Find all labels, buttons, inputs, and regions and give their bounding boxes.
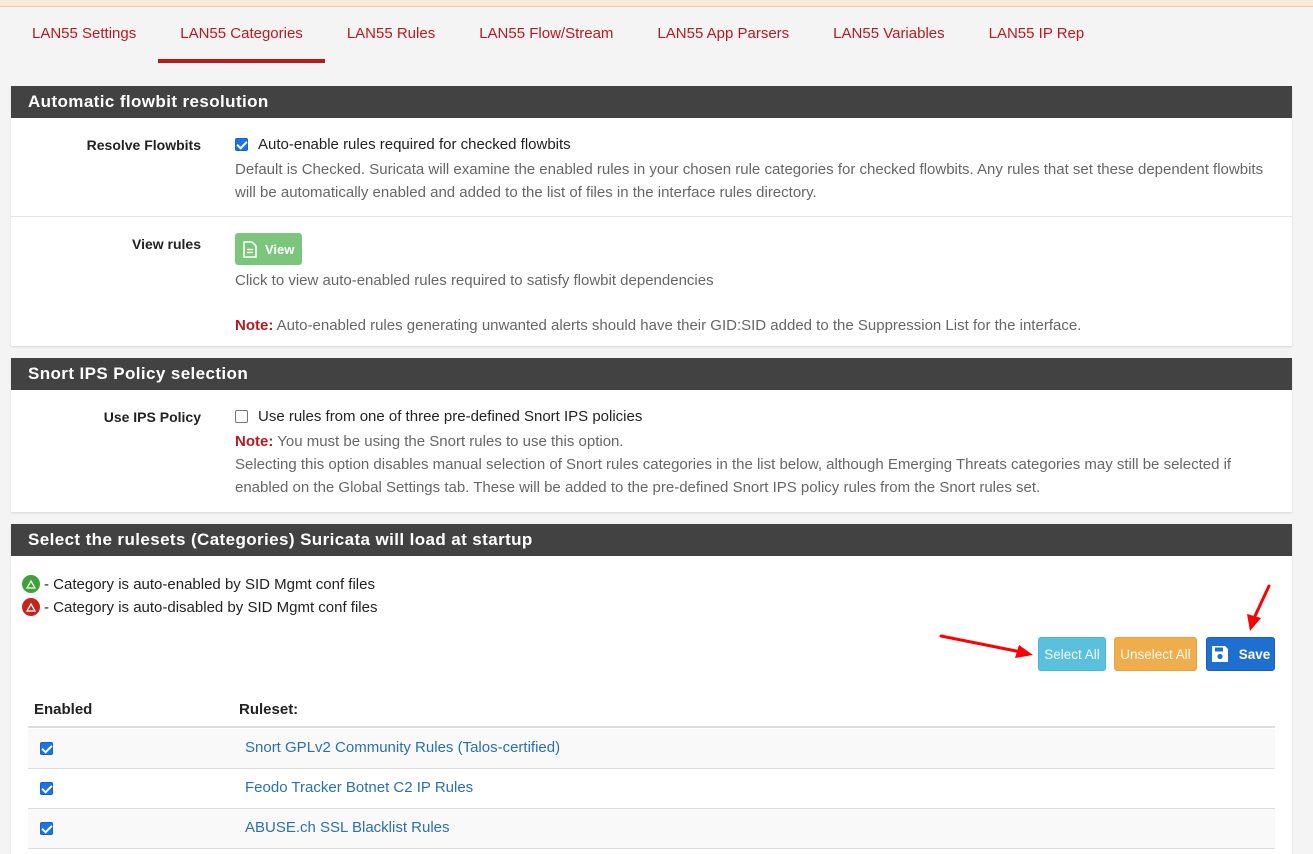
floppy-disk-icon	[1211, 646, 1228, 662]
ruleset-table-header: Enabled Ruleset:	[28, 699, 1275, 728]
table-row: Snort GPLv2 Community Rules (Talos-certi…	[28, 729, 1275, 769]
flowbit-panel: Automatic flowbit resolution Resolve Flo…	[11, 86, 1292, 346]
ruleset-enabled-checkbox[interactable]	[40, 742, 53, 755]
use-ips-policy-label: Use IPS Policy	[103, 409, 201, 425]
legend-auto-enabled: - Category is auto-enabled by SID Mgmt c…	[22, 575, 375, 593]
use-ips-policy-checkbox-label: Use rules from one of three pre-defined …	[258, 408, 643, 425]
view-rules-label: View rules	[131, 236, 201, 252]
legend-auto-enabled-text: - Category is auto-enabled by SID Mgmt c…	[44, 575, 375, 593]
save-button-label: Save	[1238, 646, 1271, 662]
table-row: Feodo Tracker Botnet C2 IP Rules	[28, 769, 1275, 809]
ips-panel-heading: Snort IPS Policy selection	[11, 358, 1292, 390]
note-label: Note:	[235, 433, 274, 450]
resolve-flowbits-row: Resolve Flowbits Auto-enable rules requi…	[11, 118, 1292, 217]
select-all-button[interactable]: Select All	[1038, 637, 1106, 671]
tab-lan55-rules[interactable]: LAN55 Rules	[325, 14, 457, 62]
tab-lan55-settings[interactable]: LAN55 Settings	[10, 14, 158, 62]
view-rules-help: Click to view auto-enabled rules require…	[235, 272, 714, 289]
tab-lan55-ip-rep[interactable]: LAN55 IP Rep	[967, 14, 1107, 62]
ruleset-link[interactable]: Feodo Tracker Botnet C2 IP Rules	[245, 779, 473, 796]
col-ruleset-header: Ruleset:	[239, 701, 299, 718]
use-ips-policy-checkbox[interactable]	[235, 410, 248, 423]
triangle-up-icon	[22, 575, 40, 593]
col-enabled-header: Enabled	[34, 701, 93, 718]
ips-policy-panel: Snort IPS Policy selection Use IPS Polic…	[11, 358, 1292, 512]
ruleset-enabled-checkbox[interactable]	[40, 822, 53, 835]
rulesets-panel-heading: Select the rulesets (Categories) Suricat…	[11, 524, 1292, 556]
view-button-label: View	[265, 241, 295, 257]
top-border	[0, 0, 1313, 7]
note-text: You must be using the Snort rules to use…	[277, 433, 624, 450]
ruleset-link[interactable]: Snort GPLv2 Community Rules (Talos-certi…	[245, 739, 560, 756]
legend-auto-disabled: - Category is auto-disabled by SID Mgmt …	[22, 598, 377, 616]
note-label: Note:	[235, 317, 274, 334]
save-button[interactable]: Save	[1206, 637, 1275, 671]
unselect-all-button[interactable]: Unselect All	[1114, 637, 1197, 671]
ruleset-enabled-checkbox[interactable]	[40, 782, 53, 795]
ips-help: Selecting this option disables manual se…	[235, 456, 1232, 496]
resolve-flowbits-label: Resolve Flowbits	[86, 137, 201, 153]
use-ips-policy-row: Use IPS Policy Use rules from one of thr…	[11, 390, 1292, 512]
note-text: Auto-enabled rules generating unwanted a…	[276, 317, 1082, 334]
tab-lan55-categories[interactable]: LAN55 Categories	[158, 14, 325, 63]
resolve-flowbits-checkbox[interactable]	[235, 138, 248, 151]
view-rules-row: View rules View Click to view auto-enabl…	[11, 217, 1292, 346]
tab-lan55-app-parsers[interactable]: LAN55 App Parsers	[635, 14, 811, 62]
view-button[interactable]: View	[235, 233, 303, 265]
tab-lan55-flow-stream[interactable]: LAN55 Flow/Stream	[457, 14, 635, 62]
legend-auto-disabled-text: - Category is auto-disabled by SID Mgmt …	[44, 598, 378, 616]
use-ips-policy-option: Use rules from one of three pre-defined …	[235, 408, 1286, 425]
table-row: ABUSE.ch SSL Blacklist Rules	[28, 809, 1275, 849]
ruleset-link[interactable]: ABUSE.ch SSL Blacklist Rules	[245, 819, 450, 836]
tab-bar: LAN55 Settings LAN55 Categories LAN55 Ru…	[10, 14, 1106, 64]
file-icon	[243, 240, 257, 258]
resolve-flowbits-option: Auto-enable rules required for checked f…	[235, 136, 1286, 153]
triangle-up-icon	[22, 598, 40, 616]
resolve-flowbits-checkbox-label: Auto-enable rules required for checked f…	[258, 136, 571, 153]
resolve-flowbits-help: Default is Checked. Suricata will examin…	[235, 161, 1264, 201]
flowbit-note: Note: Auto-enabled rules generating unwa…	[235, 314, 1286, 337]
tab-lan55-variables[interactable]: LAN55 Variables	[811, 14, 966, 62]
ips-note: Note: You must be using the Snort rules …	[235, 430, 1286, 453]
flowbit-panel-heading: Automatic flowbit resolution	[11, 86, 1292, 118]
